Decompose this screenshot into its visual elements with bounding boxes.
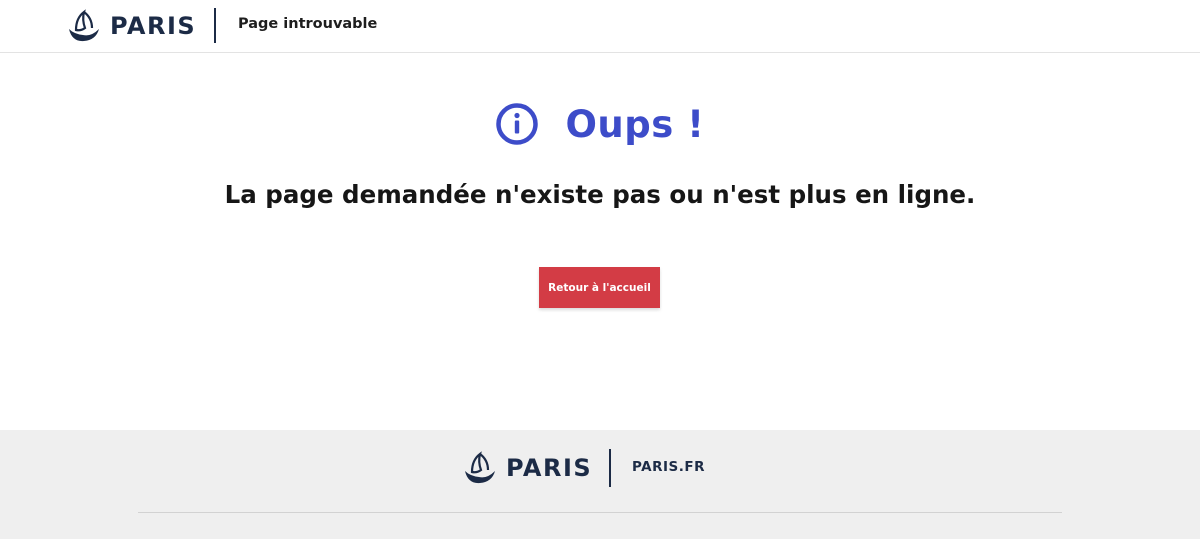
footer-logo-link[interactable]: PARIS <box>462 450 592 486</box>
paris-logo-icon <box>66 8 102 44</box>
logo-text: PARIS <box>110 12 197 40</box>
paris-fr-link[interactable]: PARIS.FR <box>632 459 705 475</box>
site-header: PARIS Page introuvable <box>0 0 1200 53</box>
footer-separator <box>609 449 611 487</box>
info-circle-icon <box>495 102 565 146</box>
site-footer: PARIS PARIS.FR <box>0 430 1200 539</box>
paris-logo-icon <box>462 450 498 486</box>
error-heading: Oups ! <box>565 102 705 146</box>
header-logo-link[interactable]: PARIS <box>66 8 196 44</box>
page-title: Page introuvable <box>238 16 378 32</box>
home-button[interactable]: Retour à l'accueil <box>539 267 660 308</box>
error-heading-row: Oups ! <box>0 96 1200 152</box>
logo-text: PARIS <box>506 454 593 482</box>
footer-divider <box>138 512 1062 513</box>
header-separator <box>214 8 216 43</box>
error-message: La page demandée n'existe pas ou n'est p… <box>224 180 976 209</box>
